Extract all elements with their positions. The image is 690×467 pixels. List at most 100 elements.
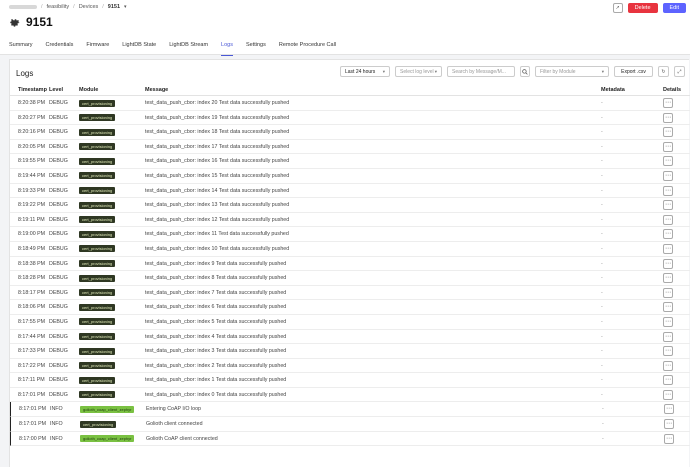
log-level-select[interactable]: Select log level ▾ bbox=[395, 66, 442, 77]
search-button[interactable] bbox=[520, 66, 530, 77]
more-dots-icon[interactable]: ⋯ bbox=[663, 141, 673, 152]
module-tag: cert_provisioning bbox=[79, 274, 116, 282]
more-dots-icon[interactable]: ⋯ bbox=[663, 229, 673, 240]
log-level: DEBUG bbox=[49, 231, 68, 238]
column-header-module[interactable]: Module bbox=[79, 87, 98, 93]
table-row[interactable]: 8:20:27 PM DEBUG cert_provisioning test_dat… bbox=[10, 111, 690, 126]
log-message: test_data_push_cbor: index 0 Test data s… bbox=[145, 391, 287, 398]
table-row[interactable]: 8:20:05 PM DEBUG cert_provisioning test_dat… bbox=[10, 140, 690, 155]
log-level: DEBUG bbox=[49, 304, 68, 311]
more-dots-icon[interactable]: ⋯ bbox=[663, 243, 673, 254]
details-cell: ⋯ bbox=[663, 273, 673, 284]
log-message: test_data_push_cbor: index 19 Test data … bbox=[145, 114, 290, 121]
more-dots-icon[interactable]: ⋯ bbox=[663, 258, 673, 269]
more-dots-icon[interactable]: ⋯ bbox=[664, 433, 674, 444]
column-header-level[interactable]: Level bbox=[49, 87, 63, 93]
more-dots-icon[interactable]: ⋯ bbox=[663, 316, 673, 327]
more-dots-icon[interactable]: ⋯ bbox=[663, 346, 673, 357]
table-header: Timestamp Level Module Message Metadata … bbox=[10, 84, 690, 96]
tab-lightdb-stream[interactable]: LightDB Stream bbox=[169, 38, 208, 55]
delete-button[interactable]: Delete bbox=[627, 3, 658, 13]
edit-button[interactable]: Edit bbox=[662, 3, 686, 13]
table-row[interactable]: 8:19:11 PM DEBUG cert_provisioning test_dat… bbox=[10, 213, 690, 228]
log-message: test_data_push_cbor: index 10 Test data … bbox=[145, 245, 290, 252]
more-dots-icon[interactable]: ⋯ bbox=[663, 98, 673, 108]
breadcrumb-device[interactable]: 9151 bbox=[108, 4, 120, 10]
module-tag: cert_provisioning bbox=[79, 201, 116, 209]
table-row[interactable]: 8:19:33 PM DEBUG cert_provisioning test_dat… bbox=[10, 184, 690, 199]
log-metadata: - bbox=[601, 100, 603, 106]
tab-firmware[interactable]: Firmware bbox=[86, 38, 109, 55]
module-filter-select[interactable]: Filter by Module ▾ bbox=[535, 66, 609, 77]
column-header-metadata[interactable]: Metadata bbox=[601, 87, 625, 93]
more-dots-icon[interactable]: ⋯ bbox=[663, 287, 673, 298]
more-dots-icon[interactable]: ⋯ bbox=[663, 200, 673, 211]
more-dots-icon[interactable]: ⋯ bbox=[663, 112, 673, 123]
table-row[interactable]: 8:18:17 PM DEBUG cert_provisioning test_dat… bbox=[10, 286, 690, 301]
chevron-down-icon[interactable]: ▾ bbox=[124, 4, 127, 10]
table-row[interactable]: 8:17:01 PM INFO cert_provisioning Golioth c… bbox=[10, 417, 690, 432]
search-icon bbox=[522, 68, 528, 75]
table-row[interactable]: 8:20:38 PM DEBUG cert_provisioning test_dat… bbox=[10, 96, 690, 111]
table-row[interactable]: 8:17:00 PM INFO golioth_coap_client_zephyr… bbox=[10, 431, 690, 447]
more-dots-icon[interactable]: ⋯ bbox=[664, 404, 674, 415]
log-message: test_data_push_cbor: index 4 Test data s… bbox=[145, 333, 287, 340]
refresh-button[interactable]: ↻ bbox=[658, 66, 669, 77]
table-row[interactable]: 8:17:11 PM DEBUG cert_provisioning test_dat… bbox=[10, 373, 690, 388]
more-dots-icon[interactable]: ⋯ bbox=[663, 214, 673, 225]
log-message: test_data_push_cbor: index 17 Test data … bbox=[145, 143, 290, 150]
tab-credentials[interactable]: Credentials bbox=[46, 38, 74, 55]
more-dots-icon[interactable]: ⋯ bbox=[663, 360, 673, 371]
table-row[interactable]: 8:17:55 PM DEBUG cert_provisioning test_dat… bbox=[10, 315, 690, 330]
table-row[interactable]: 8:18:28 PM DEBUG cert_provisioning test_dat… bbox=[10, 271, 690, 286]
search-input[interactable]: Search by Message/M... bbox=[447, 66, 515, 77]
more-dots-icon[interactable]: ⋯ bbox=[663, 273, 673, 284]
log-level: DEBUG bbox=[49, 260, 68, 267]
export-icon[interactable]: ↗ bbox=[612, 3, 623, 13]
time-range-select[interactable]: Last 24 hours ▾ bbox=[340, 66, 390, 77]
tab-logs[interactable]: Logs bbox=[221, 38, 233, 56]
log-level: DEBUG bbox=[49, 318, 68, 325]
table-row[interactable]: 8:18:49 PM DEBUG cert_provisioning test_dat… bbox=[10, 242, 690, 257]
fullscreen-button[interactable]: ⤢ bbox=[674, 66, 685, 77]
column-header-details[interactable]: Details bbox=[663, 87, 681, 93]
log-level: DEBUG bbox=[49, 202, 68, 209]
table-row[interactable]: 8:18:06 PM DEBUG cert_provisioning test_dat… bbox=[10, 300, 690, 315]
more-dots-icon[interactable]: ⋯ bbox=[663, 156, 673, 167]
more-dots-icon[interactable]: ⋯ bbox=[663, 185, 673, 196]
table-row[interactable]: 8:17:33 PM DEBUG cert_provisioning test_dat… bbox=[10, 344, 690, 359]
more-dots-icon[interactable]: ⋯ bbox=[664, 419, 674, 430]
table-row[interactable]: 8:17:22 PM DEBUG cert_provisioning test_dat… bbox=[10, 359, 690, 374]
more-dots-icon[interactable]: ⋯ bbox=[663, 127, 673, 138]
tab-settings[interactable]: Settings bbox=[246, 38, 266, 55]
column-header-timestamp[interactable]: Timestamp bbox=[18, 87, 47, 93]
column-header-message[interactable]: Message bbox=[145, 87, 168, 93]
table-row[interactable]: 8:17:44 PM DEBUG cert_provisioning test_dat… bbox=[10, 330, 690, 345]
log-module-cell: cert_provisioning bbox=[79, 391, 116, 399]
table-row[interactable]: 8:19:22 PM DEBUG cert_provisioning test_dat… bbox=[10, 198, 690, 213]
tab-lightdb-state[interactable]: LightDB State bbox=[122, 38, 156, 55]
breadcrumb-devices[interactable]: Devices bbox=[79, 4, 99, 10]
more-dots-icon[interactable]: ⋯ bbox=[663, 302, 673, 313]
more-dots-icon[interactable]: ⋯ bbox=[663, 389, 673, 400]
details-cell: ⋯ bbox=[663, 331, 673, 342]
tab-summary[interactable]: Summary bbox=[9, 38, 33, 55]
table-row[interactable]: 8:18:38 PM DEBUG cert_provisioning test_dat… bbox=[10, 257, 690, 272]
more-dots-icon[interactable]: ⋯ bbox=[663, 331, 673, 342]
breadcrumb-org-redacted[interactable] bbox=[9, 5, 37, 9]
table-row[interactable]: 8:19:00 PM DEBUG cert_provisioning test_dat… bbox=[10, 227, 690, 242]
module-tag: cert_provisioning bbox=[79, 260, 116, 268]
table-row[interactable]: 8:17:01 PM DEBUG cert_provisioning test_dat… bbox=[10, 388, 690, 403]
table-row[interactable]: 8:17:01 PM INFO golioth_coap_client_zephyr… bbox=[10, 402, 690, 418]
module-tag: cert_provisioning bbox=[79, 333, 116, 340]
log-level: INFO bbox=[50, 421, 63, 428]
breadcrumb-project[interactable]: feasibility bbox=[47, 4, 70, 10]
table-row[interactable]: 8:19:44 PM DEBUG cert_provisioning test_dat… bbox=[10, 169, 690, 184]
more-dots-icon[interactable]: ⋯ bbox=[663, 170, 673, 181]
more-dots-icon[interactable]: ⋯ bbox=[663, 375, 673, 386]
table-row[interactable]: 8:19:55 PM DEBUG cert_provisioning test_dat… bbox=[10, 154, 690, 169]
export-csv-button[interactable]: Export .csv bbox=[614, 66, 653, 77]
log-metadata: - bbox=[601, 231, 603, 238]
table-row[interactable]: 8:20:16 PM DEBUG cert_provisioning test_dat… bbox=[10, 125, 690, 140]
tab-rpc[interactable]: Remote Procedure Call bbox=[279, 38, 336, 55]
